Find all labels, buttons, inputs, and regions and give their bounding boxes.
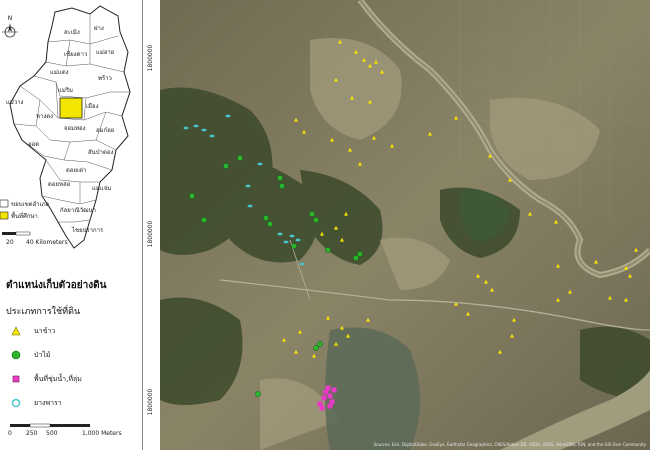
rubber-sample-point [245,184,251,188]
legend-item-rubber: ยางพารา [6,396,62,410]
inset-scale-label: 20 [6,239,14,246]
rubber-sample-point [295,238,301,242]
wetland-sample-point [327,403,333,409]
legend-item-wetland: พื้นที่ชุ่มน้ำ,ที่ลุ่ม [6,372,82,386]
district-label: แม่แตง [50,69,69,76]
district-label: ดอยเต่า [66,167,86,174]
legend-panel: ตำแหน่งเก็บตัวอย่างดิน ประเภทการใช้ที่ดิ… [0,262,142,450]
wetland-sample-point [325,385,331,391]
forest-sample-point [325,247,331,253]
district-label: แม่ริม [58,87,73,94]
square-icon [12,375,20,383]
rubber-sample-point [225,114,231,118]
district-label: ดอยหล่อ [48,181,71,188]
forest-sample-point [277,175,283,181]
inset-legend-swatch [0,199,9,208]
triangle-icon [11,326,21,336]
wetland-sample-point [327,393,333,399]
scale-bar: 0 250 500 1,000 Meters [8,423,122,437]
legend-item-label: ป่าไม้ [34,350,51,359]
district-label: แม่อาย [96,49,114,56]
rubber-sample-point [283,240,289,244]
wetland-sample-point [331,387,337,393]
rubber-sample-point [277,232,283,236]
circle-outline-icon [11,398,21,408]
scale-label: 0 [8,430,12,437]
rubber-sample-point [257,162,263,166]
north-label: N [8,15,13,22]
satellite-map[interactable]: Sources: Esri, DigitalGlobe, GeoEye, Ear… [160,0,650,450]
rubber-sample-point [299,262,305,266]
district-label: สันป่าตอง [88,149,113,156]
district-label: สะเมิง [64,29,80,36]
inset-scale-bar: 20 40 Kilometers [2,231,68,246]
rubber-sample-point [193,124,199,128]
circle-icon [11,350,21,360]
forest-sample-point [263,215,269,221]
north-arrow-icon: N [2,15,18,38]
imagery-credits: Sources: Esri, DigitalGlobe, GeoEye, Ear… [374,442,647,447]
forest-sample-point [317,341,323,347]
forest-sample-point [291,243,297,249]
district-label: อมก๋อย [96,127,114,134]
district-label: เมือง [86,102,99,110]
legend-subtitle: ประเภทการใช้ที่ดิน [6,307,81,317]
district-label: ฝาง [94,25,104,32]
coord-label: 1800000 [147,44,154,71]
forest-sample-point [313,345,319,351]
forest-sample-point [309,211,315,217]
legend-title: ตำแหน่งเก็บตัวอย่างดิน [6,280,107,291]
rubber-sample-point [183,126,189,130]
legend-item-forest: ป่าไม้ [6,348,51,362]
district-label: พร้าว [98,75,112,82]
wetland-sample-point [319,405,325,411]
study-area-highlight [59,97,83,119]
panel-divider: 1800000 1800000 1800000 [142,0,161,450]
district-label: หางดง [36,113,53,120]
legend-item-label: นาข้าว [34,326,56,335]
coord-label: 1800000 [147,388,154,415]
forest-sample-point [353,255,359,261]
district-label: กัลยาณิวัฒนา [60,207,96,214]
district-label: ฮอด [28,141,39,148]
legend-item-label: พื้นที่ชุ่มน้ำ,ที่ลุ่ม [34,374,82,383]
scale-label: 1,000 Meters [82,430,122,437]
inset-legend-swatch [0,211,9,220]
legend-item-paddy: นาข้าว [6,324,55,338]
rubber-sample-point [289,234,295,238]
district-label: เชียงดาว [64,50,87,58]
inset-scale-label: 40 Kilometers [26,239,68,246]
inset-map-panel: N สะเมิง ฝาง แม่อาย เชียงดาว พร้าว แม่แต… [0,0,142,258]
forest-sample-point [223,163,229,169]
rubber-sample-point [247,204,253,208]
forest-sample-point [189,193,195,199]
rubber-sample-point [209,134,215,138]
district-label: แม่แจ่ม [92,185,111,192]
district-label: ไชยปราการ [71,226,104,234]
forest-sample-point [201,217,207,223]
inset-legend-label: ขอบเขตอำเภอ [11,201,50,208]
forest-sample-point [255,391,261,397]
forest-sample-point [357,251,363,257]
inset-map: N สะเมิง ฝาง แม่อาย เชียงดาว พร้าว แม่แต… [0,5,131,249]
forest-sample-point [279,183,285,189]
legend-item-label: ยางพารา [34,398,62,407]
scale-label: 500 [46,430,58,437]
rubber-sample-point [201,128,207,132]
forest-sample-point [313,217,319,223]
forest-sample-point [237,155,243,161]
coord-label: 1800000 [147,220,154,247]
district-label: จอมทอง [64,125,86,132]
scale-label: 250 [26,430,38,437]
wetland-sample-point [321,395,327,401]
district-label: แม่วาง [6,99,24,106]
inset-legend-label: พื้นที่ศึกษา [11,210,38,220]
forest-sample-point [267,221,273,227]
